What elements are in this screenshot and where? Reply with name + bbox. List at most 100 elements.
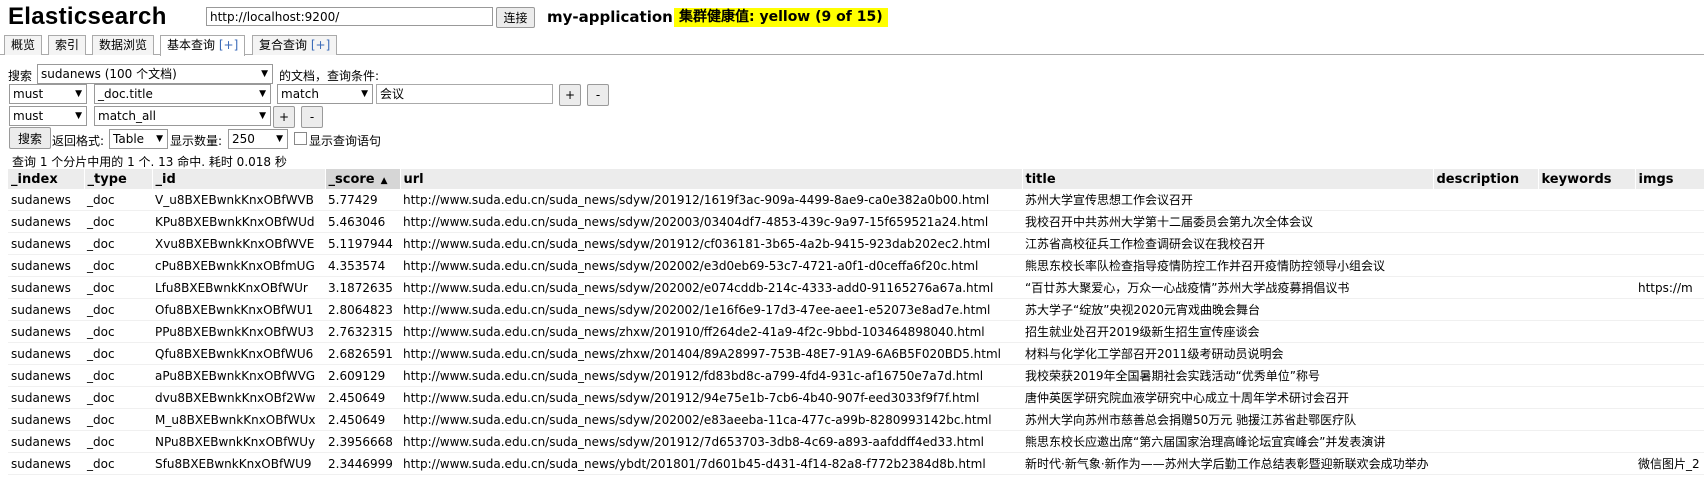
- table-row[interactable]: sudanews _doc aPu8BXEBwnkKnxOBfWVG 2.609129…: [8, 364, 1704, 387]
- table-row[interactable]: sudanews _doc NPu8BXEBwnkKnxOBfWUy 2.395666…: [8, 430, 1704, 453]
- column-header-title[interactable]: title: [1022, 169, 1434, 189]
- column-header-keywords[interactable]: keywords: [1538, 169, 1636, 189]
- bool-select[interactable]: must ▼: [9, 84, 87, 104]
- table-cell-url: http://www.suda.edu.cn/suda_news/sdyw/20…: [400, 189, 1022, 211]
- column-header-imgs[interactable]: imgs: [1635, 169, 1704, 189]
- table-cell-score: 2.450649: [325, 386, 400, 409]
- table-row[interactable]: sudanews _doc PPu8BXEBwnkKnxOBfWU3 2.763231…: [8, 320, 1704, 343]
- table-cell-score: 2.7632315: [325, 320, 400, 343]
- tab-add-link[interactable]: [+]: [311, 38, 330, 52]
- table-row[interactable]: sudanews _doc M_u8BXEBwnkKnxOBfWUx 2.450649…: [8, 408, 1704, 431]
- column-header-score[interactable]: _score ▲: [325, 169, 401, 189]
- table-cell-imgs: [1635, 254, 1704, 277]
- show-query-checkbox[interactable]: [294, 132, 307, 145]
- table-row[interactable]: sudanews _doc Sfu8BXEBwnkKnxOBfWU9 2.344699…: [8, 452, 1704, 475]
- table-row[interactable]: sudanews _doc cPu8BXEBwnkKnxOBfmUG 4.353574…: [8, 254, 1704, 277]
- index-select[interactable]: sudanews (100 个文档) ▼: [37, 64, 273, 84]
- table-cell-description: [1433, 298, 1538, 321]
- add-condition-button[interactable]: +: [273, 106, 295, 128]
- table-body: sudanews _doc V_u8BXEBwnkKnxOBfWVB 5.77429 h…: [8, 189, 1704, 475]
- table-cell-keywords: [1538, 298, 1635, 321]
- column-header-label: imgs: [1638, 171, 1674, 187]
- table-cell-keywords: [1538, 452, 1635, 475]
- table-cell-keywords: [1538, 276, 1635, 299]
- bool-select-value: must: [13, 87, 44, 101]
- dropdown-arrow-icon: ▼: [259, 111, 266, 121]
- field-select-value: match_all: [98, 109, 156, 123]
- table-row[interactable]: sudanews _doc KPu8BXEBwnkKnxOBfWUd 5.463046…: [8, 210, 1704, 233]
- tab-add-link[interactable]: [+]: [219, 38, 238, 52]
- remove-condition-button[interactable]: -: [587, 84, 609, 106]
- table-cell-imgs: [1635, 210, 1704, 233]
- table-cell-type: _doc: [84, 452, 152, 475]
- size-select[interactable]: 250 ▼: [228, 129, 288, 149]
- table-cell-keywords: [1538, 320, 1635, 343]
- dropdown-arrow-icon: ▼: [156, 134, 163, 144]
- table-cell-keywords: [1538, 408, 1635, 431]
- search-label: 搜索: [8, 69, 33, 83]
- header-bar: Elasticsearch 连接 my-application 集群健康值: y…: [0, 0, 1704, 34]
- table-cell-description: [1433, 364, 1538, 387]
- table-row[interactable]: sudanews _doc Lfu8BXEBwnkKnxOBfWUr 3.187263…: [8, 276, 1704, 299]
- table-row[interactable]: sudanews _doc Ofu8BXEBwnkKnxOBfWU1 2.806482…: [8, 298, 1704, 321]
- tab-label: 索引: [55, 38, 80, 52]
- tab-indices[interactable]: 索引: [48, 35, 87, 55]
- table-cell-type: _doc: [84, 276, 152, 299]
- table-cell-score: 3.1872635: [325, 276, 400, 299]
- table-cell-url: http://www.suda.edu.cn/suda_news/zhxw/20…: [400, 342, 1022, 365]
- tab-compound-query[interactable]: 复合查询 [+]: [252, 35, 338, 55]
- table-cell-imgs: https://m: [1635, 276, 1704, 299]
- table-cell-description: [1433, 189, 1538, 211]
- column-header-description[interactable]: description: [1433, 169, 1539, 189]
- format-select[interactable]: Table ▼: [109, 129, 168, 149]
- column-header-label: description: [1436, 171, 1520, 187]
- column-header-index[interactable]: _index: [8, 169, 85, 189]
- table-cell-index: sudanews: [8, 452, 84, 475]
- table-cell-type: _doc: [84, 254, 152, 277]
- table-cell-type: _doc: [84, 232, 152, 255]
- index-select-value: sudanews (100 个文档): [41, 67, 177, 81]
- operator-select[interactable]: match ▼: [277, 84, 373, 104]
- table-cell-title: 我校召开中共苏州大学第十二届委员会第九次全体会议: [1022, 210, 1433, 233]
- table-row[interactable]: sudanews _doc Xvu8BXEBwnkKnxOBfWVE 5.119794…: [8, 232, 1704, 255]
- table-cell-index: sudanews: [8, 254, 84, 277]
- table-cell-id: V_u8BXEBwnkKnxOBfWVB: [152, 189, 325, 211]
- table-cell-id: Lfu8BXEBwnkKnxOBfWUr: [152, 276, 325, 299]
- remove-condition-button[interactable]: -: [301, 106, 323, 128]
- search-button[interactable]: 搜索: [9, 127, 51, 149]
- cluster-health-badge: 集群健康值: yellow (9 of 15): [674, 8, 888, 27]
- tab-data-browse[interactable]: 数据浏览: [92, 35, 155, 55]
- table-row[interactable]: sudanews _doc Qfu8BXEBwnkKnxOBfWU6 2.682659…: [8, 342, 1704, 365]
- operator-select-value: match: [281, 87, 319, 101]
- format-select-value: Table: [113, 132, 145, 146]
- table-cell-description: [1433, 386, 1538, 409]
- table-row[interactable]: sudanews _doc dvu8BXEBwnkKnxOBf2Ww 2.450649…: [8, 386, 1704, 409]
- field-select[interactable]: _doc.title ▼: [94, 84, 271, 104]
- add-condition-button[interactable]: +: [559, 84, 581, 106]
- query-value-input[interactable]: 会议: [376, 84, 553, 104]
- table-cell-url: http://www.suda.edu.cn/suda_news/sdyw/20…: [400, 276, 1022, 299]
- connect-button[interactable]: 连接: [496, 7, 535, 28]
- doc-condition-label: 的文档，查询条件:: [279, 69, 380, 83]
- table-header-row: _index _type _id _score ▲ url title description…: [8, 169, 1704, 189]
- table-cell-id: NPu8BXEBwnkKnxOBfWUy: [152, 430, 325, 453]
- dropdown-arrow-icon: ▼: [75, 89, 82, 99]
- column-header-url[interactable]: url: [400, 169, 1023, 189]
- tab-basic-query[interactable]: 基本查询 [+]: [160, 35, 246, 56]
- table-row[interactable]: sudanews _doc V_u8BXEBwnkKnxOBfWVB 5.77429 h…: [8, 189, 1704, 211]
- format-label: 返回格式:: [52, 134, 105, 148]
- table-cell-title: 江苏省高校征兵工作检查调研会议在我校召开: [1022, 232, 1433, 255]
- tab-overview[interactable]: 概览: [4, 35, 43, 55]
- bool-select[interactable]: must ▼: [9, 106, 87, 126]
- dropdown-arrow-icon: ▼: [276, 134, 283, 144]
- column-header-id[interactable]: _id: [152, 169, 326, 189]
- show-query-label: 显示查询语句: [309, 134, 382, 148]
- cluster-url-input[interactable]: [206, 7, 493, 26]
- table-cell-index: sudanews: [8, 408, 84, 431]
- table-cell-keywords: [1538, 364, 1635, 387]
- field-select[interactable]: match_all ▼: [94, 106, 271, 126]
- table-cell-index: sudanews: [8, 320, 84, 343]
- table-cell-score: 2.609129: [325, 364, 400, 387]
- table-cell-id: Sfu8BXEBwnkKnxOBfWU9: [152, 452, 325, 475]
- column-header-type[interactable]: _type: [84, 169, 153, 189]
